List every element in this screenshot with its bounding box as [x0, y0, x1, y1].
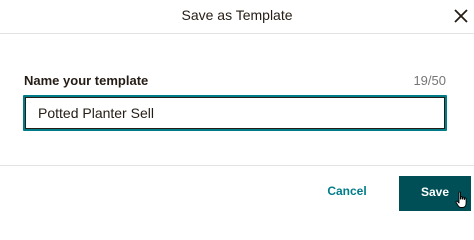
hand-pointer-icon — [455, 191, 467, 208]
save-template-dialog: Save as Template Name your template 19/5… — [0, 0, 474, 211]
cancel-button[interactable]: Cancel — [318, 184, 376, 202]
dialog-title: Save as Template — [181, 7, 293, 23]
template-name-field — [23, 95, 447, 131]
template-name-label: Name your template — [24, 73, 149, 88]
footer-divider — [0, 165, 474, 166]
dialog-header: Save as Template — [0, 0, 474, 34]
template-name-input[interactable] — [25, 97, 445, 129]
close-icon — [454, 9, 468, 23]
character-counter: 19/50 — [413, 73, 446, 88]
close-button[interactable] — [450, 5, 472, 27]
